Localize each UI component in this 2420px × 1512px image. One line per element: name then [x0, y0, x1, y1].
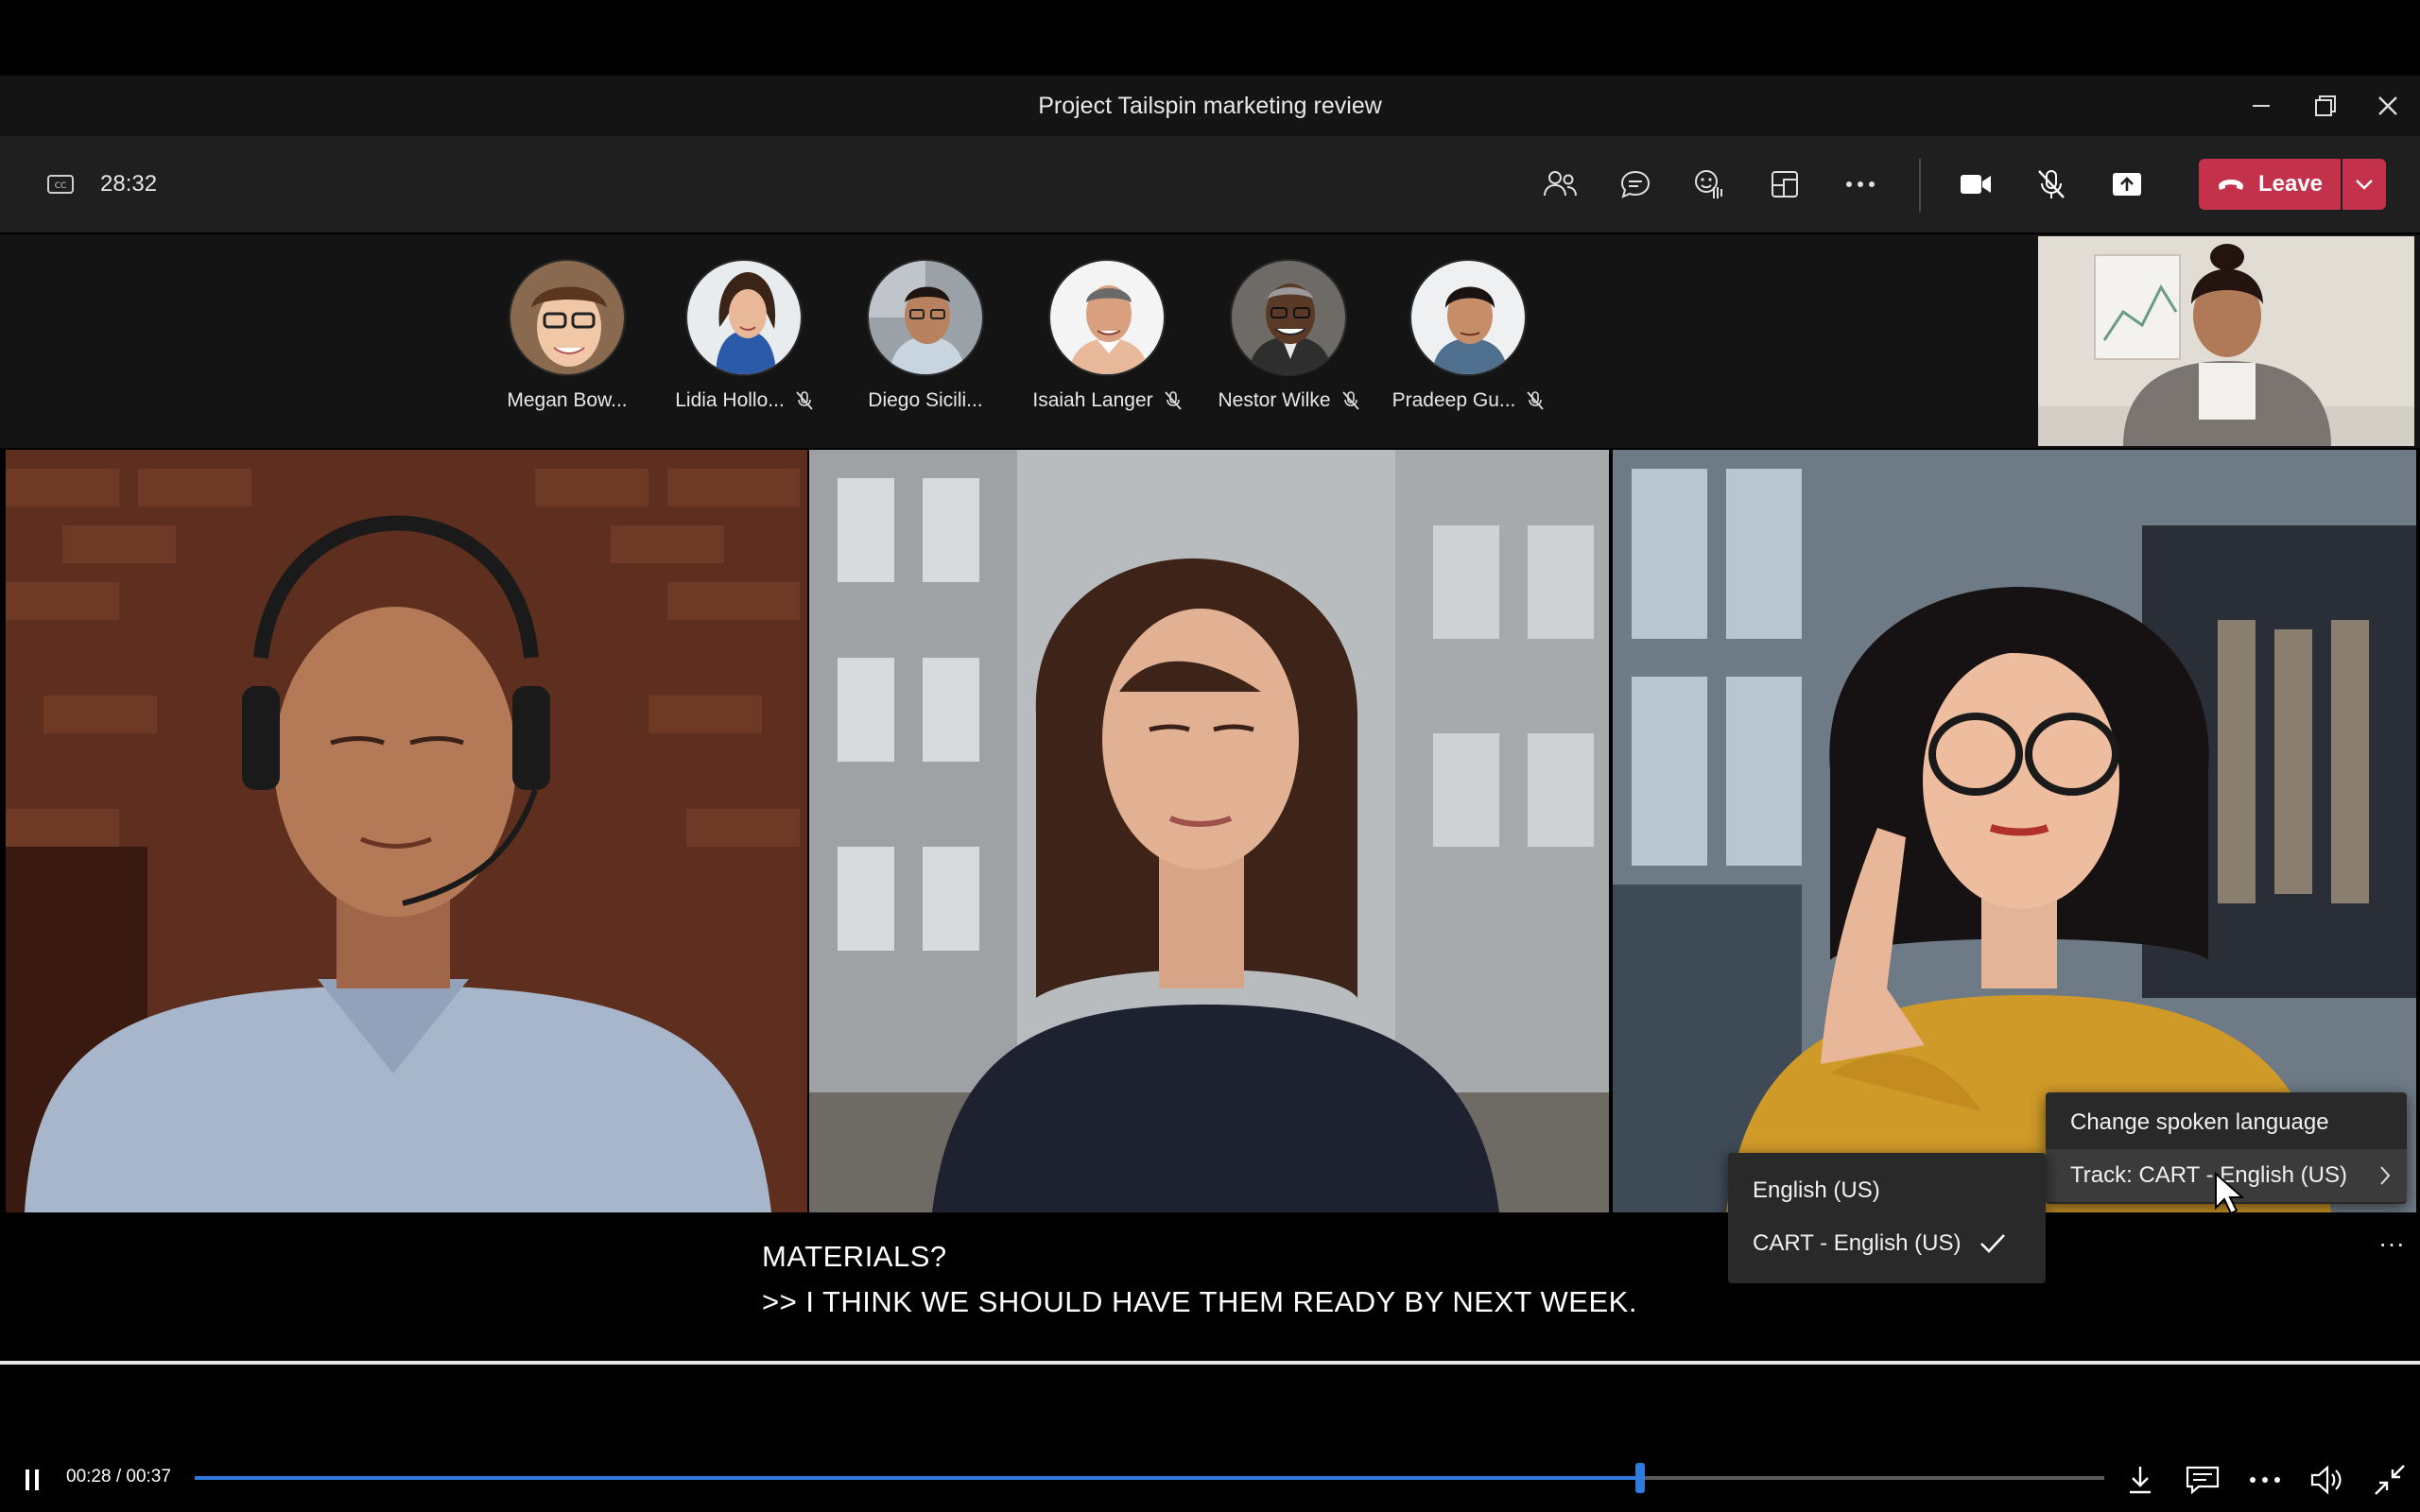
video-camera-icon [1961, 175, 1991, 194]
people-button[interactable] [1541, 165, 1579, 203]
minimize-button[interactable] [2242, 89, 2280, 123]
avatar [1048, 259, 1166, 376]
participant-isaiah[interactable]: Isaiah Langer [1017, 259, 1197, 412]
mouse-cursor-icon [2215, 1172, 2244, 1215]
mic-button[interactable] [2032, 165, 2070, 203]
meeting-toolbar: CC 28:32 Leave [0, 136, 2420, 232]
avatar [509, 259, 626, 376]
microphone-muted-icon [1164, 391, 1182, 410]
microphone-muted-icon [1341, 391, 1359, 410]
breakout-rooms-icon [1772, 171, 1798, 198]
track-option[interactable]: CART - English (US) [1728, 1217, 2046, 1270]
seek-bar[interactable] [195, 1463, 2104, 1493]
title-bar: Project Tailspin marketing review [0, 76, 2420, 136]
caption-line-2: >> I THINK WE SHOULD HAVE THEM READY BY … [762, 1285, 1637, 1318]
caption-line-1: MATERIALS? [762, 1240, 947, 1273]
menu-item-label: Track: CART - English (US) [2070, 1162, 2347, 1188]
media-player-controls: 00:28 / 00:37 [0, 1365, 2420, 1512]
participant-lidia[interactable]: Lidia Hollo... [654, 259, 834, 412]
participant-name: Lidia Hollo... [675, 389, 785, 411]
close-button[interactable] [2369, 89, 2407, 123]
volume-icon [2310, 1465, 2342, 1495]
checkmark-icon [1979, 1234, 2005, 1253]
participant-pradeep[interactable]: Pradeep Gu... [1378, 259, 1558, 412]
chat-button[interactable] [1616, 165, 1654, 203]
participant-name: Diego Sicili... [868, 389, 983, 411]
more-horizontal-icon [2250, 1477, 2280, 1483]
participant-nestor[interactable]: Nestor Wilke [1199, 259, 1378, 412]
avatar [867, 259, 984, 376]
chat-icon [1620, 170, 1651, 198]
chevron-right-icon [2380, 1166, 2391, 1185]
avatar [1230, 259, 1347, 376]
menu-item-label: Change spoken language [2070, 1109, 2329, 1135]
share-screen-icon [2113, 173, 2141, 196]
reactions-button[interactable] [1690, 165, 1728, 203]
download-icon [2130, 1467, 2151, 1494]
change-spoken-language-item[interactable]: Change spoken language [2046, 1096, 2407, 1149]
restore-button[interactable] [2307, 89, 2344, 123]
closed-captions-icon: CC [47, 175, 74, 194]
video-tile-2[interactable] [809, 450, 1609, 1212]
pause-button[interactable] [11, 1459, 53, 1501]
restore-icon [2315, 95, 2336, 116]
volume-button[interactable] [2307, 1459, 2348, 1501]
leave-label: Leave [2257, 171, 2324, 197]
playback-time: 00:28 / 00:37 [66, 1467, 171, 1486]
seek-bar-progress [195, 1476, 1641, 1480]
avatar [685, 259, 803, 376]
captions-toggle-button[interactable]: CC [42, 165, 79, 203]
caption-settings-button[interactable]: ··· [2378, 1228, 2405, 1259]
people-icon [1544, 171, 1577, 197]
caption-track-submenu: English (US) CART - English (US) [1728, 1153, 2046, 1283]
meeting-timer: 28:32 [100, 171, 158, 197]
participant-name: Isaiah Langer [1032, 389, 1153, 411]
track-option[interactable]: English (US) [1728, 1164, 2046, 1217]
raise-hand-icon [1695, 170, 1722, 198]
svg-text:CC: CC [55, 181, 67, 191]
more-horizontal-icon [1846, 181, 1875, 187]
share-screen-button[interactable] [2108, 165, 2146, 203]
window-title: Project Tailspin marketing review [1038, 93, 1382, 119]
close-icon [2378, 96, 2397, 115]
leave-button[interactable]: Leave [2199, 159, 2341, 210]
self-view-video[interactable] [2038, 236, 2414, 446]
participant-diego[interactable]: Diego Sicili... [836, 259, 1015, 412]
avatar [1409, 259, 1527, 376]
download-button[interactable] [2119, 1459, 2161, 1501]
player-more-button[interactable] [2244, 1459, 2286, 1501]
toolbar-divider [1919, 159, 1921, 212]
video-tile-1[interactable] [6, 450, 807, 1212]
microphone-off-icon [2038, 170, 2065, 198]
self-view-image [2038, 236, 2414, 446]
captions-menu-button[interactable] [2182, 1459, 2223, 1501]
microphone-muted-icon [1527, 391, 1545, 410]
participant-megan[interactable]: Megan Bow... [477, 259, 657, 412]
seek-bar-thumb[interactable] [1635, 1463, 1646, 1493]
participant-video-2 [809, 450, 1609, 1212]
participant-video-1 [6, 450, 807, 1212]
exit-fullscreen-icon [2375, 1465, 2405, 1495]
camera-button[interactable] [1957, 165, 1995, 203]
pause-icon [26, 1469, 39, 1490]
chevron-down-icon [2356, 180, 2373, 190]
track-option-label: CART - English (US) [1753, 1230, 1962, 1256]
participant-roster: Megan Bow... Lidia Hollo... Diego Sicili… [0, 234, 2420, 448]
track-option-label: English (US) [1753, 1177, 1880, 1203]
exit-fullscreen-button[interactable] [2369, 1459, 2411, 1501]
rooms-button[interactable] [1766, 165, 1804, 203]
leave-options-button[interactable] [2342, 159, 2386, 210]
more-actions-button[interactable] [1841, 165, 1879, 203]
participant-name: Megan Bow... [507, 389, 628, 411]
minimize-icon [2253, 105, 2270, 107]
participant-name: Pradeep Gu... [1392, 389, 1516, 411]
hang-up-icon [2218, 180, 2243, 190]
live-captions: MATERIALS? >> I THINK WE SHOULD HAVE THE… [0, 1215, 2420, 1363]
microphone-muted-icon [796, 391, 813, 410]
participant-name: Nestor Wilke [1218, 389, 1331, 411]
subtitles-icon [2186, 1466, 2220, 1494]
